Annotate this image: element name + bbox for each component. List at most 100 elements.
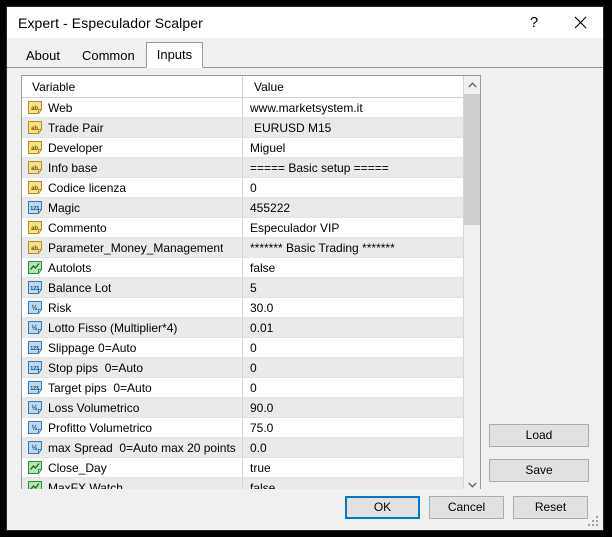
parameter-name: MaxFX Watch	[48, 480, 123, 490]
parameter-name-cell[interactable]: Autolots	[22, 258, 243, 277]
parameter-value-cell[interactable]: 0	[243, 338, 463, 357]
parameter-value-cell[interactable]: ******* Basic Trading *******	[243, 238, 463, 257]
parameter-name-cell[interactable]: ab Trade Pair	[22, 118, 243, 137]
parameter-value-cell[interactable]: EURUSD M15	[243, 118, 463, 137]
table-row[interactable]: ab Trade Pair EURUSD M15	[22, 118, 463, 138]
parameter-name-cell[interactable]: ½ Loss Volumetrico	[22, 398, 243, 417]
parameter-value: 90.0	[250, 400, 274, 415]
parameter-value-cell[interactable]: false	[243, 258, 463, 277]
svg-text:½: ½	[32, 304, 38, 312]
parameter-name: Close_Day	[48, 460, 107, 475]
parameter-value-cell[interactable]: true	[243, 458, 463, 477]
table-row[interactable]: Close_Day true	[22, 458, 463, 478]
ok-button[interactable]: OK	[345, 496, 420, 519]
parameter-value-cell[interactable]: www.marketsystem.it	[243, 98, 463, 117]
parameter-name: Autolots	[48, 260, 92, 275]
parameter-name-cell[interactable]: ab Commento	[22, 218, 243, 237]
parameter-name-cell[interactable]: ab Parameter_Money_Management	[22, 238, 243, 257]
table-row[interactable]: 123 Stop pips 0=Auto 0	[22, 358, 463, 378]
help-icon[interactable]: ?	[511, 7, 557, 38]
window-title: Expert - Especulador Scalper	[18, 14, 203, 31]
table-row[interactable]: ab Codice licenza 0	[22, 178, 463, 198]
cancel-button[interactable]: Cancel	[429, 496, 504, 519]
parameter-value-cell[interactable]: Miguel	[243, 138, 463, 157]
table-row[interactable]: ab Developer Miguel	[22, 138, 463, 158]
parameter-name-cell[interactable]: ½ max Spread 0=Auto max 20 points	[22, 438, 243, 457]
scroll-down-icon[interactable]	[464, 476, 480, 489]
parameter-name-cell[interactable]: 123 Balance Lot	[22, 278, 243, 297]
parameter-name: Loss Volumetrico	[48, 400, 140, 415]
tab-inputs[interactable]: Inputs	[145, 42, 204, 68]
parameter-name-cell[interactable]: ab Codice licenza	[22, 178, 243, 197]
parameter-name-cell[interactable]: ½ Lotto Fisso (Multiplier*4)	[22, 318, 243, 337]
save-button[interactable]: Save	[489, 459, 589, 482]
reset-button[interactable]: Reset	[513, 496, 588, 519]
parameter-value-cell[interactable]: 75.0	[243, 418, 463, 437]
parameter-value-cell[interactable]: 455222	[243, 198, 463, 217]
table-row[interactable]: ½ Lotto Fisso (Multiplier*4) 0.01	[22, 318, 463, 338]
parameter-value-cell[interactable]: 5	[243, 278, 463, 297]
parameter-value: ******* Basic Trading *******	[250, 240, 395, 255]
parameter-value-cell[interactable]: false	[243, 478, 463, 490]
table-row[interactable]: ab Web www.marketsystem.it	[22, 98, 463, 118]
parameter-value-cell[interactable]: ===== Basic setup =====	[243, 158, 463, 177]
parameters-grid-body[interactable]: Variable Value ab Web www.marketsystem.it ab T…	[22, 76, 463, 489]
string-type-icon: ab	[28, 141, 42, 154]
parameter-name-cell[interactable]: 123 Slippage 0=Auto	[22, 338, 243, 357]
table-row[interactable]: ab Info base ===== Basic setup =====	[22, 158, 463, 178]
table-row[interactable]: ab Commento Especulador VIP	[22, 218, 463, 238]
close-icon[interactable]	[557, 7, 603, 38]
integer-type-icon: 123	[28, 201, 42, 214]
parameter-value-cell[interactable]: Especulador VIP	[243, 218, 463, 237]
boolean-type-icon	[28, 261, 42, 274]
tab-about[interactable]: About	[15, 44, 71, 67]
parameter-name-cell[interactable]: ½ Risk	[22, 298, 243, 317]
parameter-value-cell[interactable]: 30.0	[243, 298, 463, 317]
table-row[interactable]: 123 Slippage 0=Auto 0	[22, 338, 463, 358]
tab-common[interactable]: Common	[71, 44, 146, 67]
parameter-name-cell[interactable]: 123 Target pips 0=Auto	[22, 378, 243, 397]
parameter-value: Especulador VIP	[250, 220, 340, 235]
table-row[interactable]: ½ Risk 30.0	[22, 298, 463, 318]
table-row[interactable]: ½ Loss Volumetrico 90.0	[22, 398, 463, 418]
title-bar: Expert - Especulador Scalper ?	[7, 7, 603, 38]
resize-grip[interactable]	[588, 516, 600, 528]
scroll-thumb[interactable]	[464, 94, 480, 225]
parameter-value: true	[250, 460, 271, 475]
parameter-name-cell[interactable]: Close_Day	[22, 458, 243, 477]
bottom-button-group: OK Cancel Reset	[345, 496, 588, 519]
parameter-name-cell[interactable]: MaxFX Watch	[22, 478, 243, 489]
table-row[interactable]: ½ Profitto Volumetrico 75.0	[22, 418, 463, 438]
table-row[interactable]: ab Parameter_Money_Management ******* Basi…	[22, 238, 463, 258]
parameter-value: false	[250, 480, 276, 490]
scroll-up-icon[interactable]	[464, 76, 480, 93]
table-row[interactable]: Autolots false	[22, 258, 463, 278]
parameter-name-cell[interactable]: ab Web	[22, 98, 243, 117]
parameter-name-cell[interactable]: ½ Profitto Volumetrico	[22, 418, 243, 437]
parameter-value-cell[interactable]: 0.01	[243, 318, 463, 337]
grid-vertical-scrollbar[interactable]	[463, 76, 480, 489]
table-row[interactable]: 123 Balance Lot 5	[22, 278, 463, 298]
table-row[interactable]: 123 Target pips 0=Auto 0	[22, 378, 463, 398]
parameter-name: Lotto Fisso (Multiplier*4)	[48, 320, 178, 335]
table-row[interactable]: MaxFX Watch false	[22, 478, 463, 489]
parameter-name-cell[interactable]: 123 Magic	[22, 198, 243, 217]
svg-text:ab: ab	[31, 146, 38, 152]
parameter-name-cell[interactable]: 123 Stop pips 0=Auto	[22, 358, 243, 377]
parameter-value-cell[interactable]: 0	[243, 178, 463, 197]
parameter-value-cell[interactable]: 90.0	[243, 398, 463, 417]
svg-text:ab: ab	[31, 246, 38, 252]
column-header-value[interactable]: Value	[243, 76, 463, 97]
column-header-variable[interactable]: Variable	[22, 76, 243, 97]
column-header-value-label: Value	[254, 79, 284, 94]
parameter-value-cell[interactable]: 0	[243, 358, 463, 377]
load-button[interactable]: Load	[489, 424, 589, 447]
parameter-value-cell[interactable]: 0	[243, 378, 463, 397]
parameter-name-cell[interactable]: ab Info base	[22, 158, 243, 177]
parameter-value: 0	[250, 180, 257, 195]
parameter-value-cell[interactable]: 0.0	[243, 438, 463, 457]
parameter-name-cell[interactable]: ab Developer	[22, 138, 243, 157]
parameter-value: 0	[250, 380, 257, 395]
table-row[interactable]: ½ max Spread 0=Auto max 20 points 0.0	[22, 438, 463, 458]
table-row[interactable]: 123 Magic 455222	[22, 198, 463, 218]
